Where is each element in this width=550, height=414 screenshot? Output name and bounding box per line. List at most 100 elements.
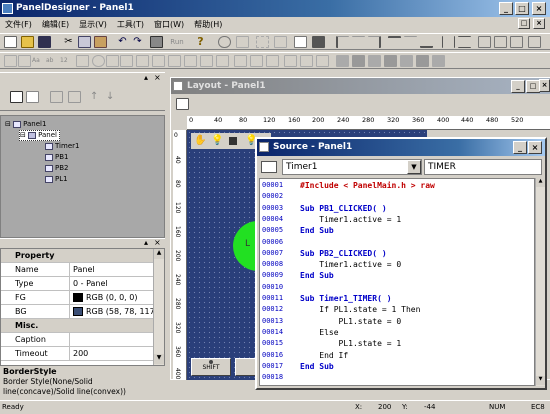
code-line[interactable]: 00006 [260, 237, 534, 248]
align-top-icon[interactable] [388, 36, 401, 48]
tree-node-timer1[interactable]: Timer1 [45, 142, 79, 151]
run-button[interactable]: Run [168, 36, 186, 48]
switch-icon[interactable] [184, 55, 197, 67]
tree-doc-icon[interactable] [26, 91, 39, 103]
code-line[interactable]: 00012 If PL1.state = 1 Then [260, 304, 534, 315]
help-icon[interactable]: ? [194, 36, 207, 48]
font-icon[interactable]: ab [46, 55, 59, 67]
ellipse-icon[interactable] [250, 55, 263, 67]
space-horizontal-icon[interactable] [442, 36, 455, 48]
combo-icon[interactable] [120, 55, 133, 67]
tree-node-panel[interactable]: ⊟ Panel [19, 130, 60, 141]
number-icon[interactable]: 12 [60, 55, 73, 67]
code-scroll-down-icon[interactable]: ▼ [536, 376, 545, 385]
property-scrollbar[interactable]: ▲ ▼ [153, 249, 164, 365]
code-line[interactable]: 00004 Timer1.active = 1 [260, 214, 534, 225]
source-minimize-button[interactable]: _ [513, 141, 527, 154]
zoom-icon[interactable] [218, 36, 231, 48]
prop-row-fg[interactable]: FG RGB (0, 0, 0) [1, 291, 153, 305]
text-icon[interactable]: Aa [32, 55, 45, 67]
code-line[interactable]: 00013 PL1.state = 0 [260, 316, 534, 327]
redo-icon[interactable]: ↷ [131, 36, 144, 48]
checkbox-icon[interactable] [106, 55, 119, 67]
minimize-button[interactable]: _ [499, 2, 513, 15]
prop-panel-pin-icon[interactable]: ▴ [144, 238, 148, 247]
move-down-icon[interactable]: ↓ [106, 91, 119, 103]
ungroup-icon[interactable] [352, 55, 365, 67]
code-editor[interactable]: 00001 #Include < PanelMain.h > raw 00002 00… [259, 178, 535, 386]
code-scroll-up-icon[interactable]: ▲ [536, 178, 545, 187]
code-line[interactable]: 00002 [260, 191, 534, 202]
layout-close-button[interactable]: × [539, 79, 550, 92]
align-middle-icon[interactable] [404, 36, 417, 48]
save-icon[interactable] [38, 36, 51, 48]
close-button[interactable]: × [532, 2, 546, 15]
code-line[interactable]: 00003 Sub PB1_CLICKED( ) [260, 203, 534, 214]
meter-icon[interactable] [300, 55, 313, 67]
menu-tools[interactable]: 工具(T) [112, 17, 149, 32]
prop-row-caption[interactable]: Caption [1, 333, 153, 347]
same-size-icon[interactable] [510, 36, 523, 48]
grid-icon[interactable] [76, 55, 89, 67]
window-icon[interactable] [294, 36, 307, 48]
code-line[interactable]: 00011 Sub Timer1_TIMER( ) [260, 293, 534, 304]
tree-node-pl1[interactable]: PL1 [45, 175, 68, 184]
same-width-icon[interactable] [478, 36, 491, 48]
tree-node-pb2[interactable]: PB2 [45, 164, 68, 173]
move-up-icon[interactable]: ↑ [90, 91, 103, 103]
event-field[interactable]: TIMER [424, 159, 542, 175]
stop-icon[interactable] [229, 137, 237, 145]
crop-icon[interactable] [236, 36, 249, 48]
code-line[interactable]: 00018 [260, 372, 534, 383]
code-line[interactable]: 00009 End Sub [260, 270, 534, 281]
code-line[interactable]: 00010 [260, 282, 534, 293]
rotate-icon[interactable] [256, 36, 269, 48]
align-right-icon[interactable] [368, 36, 381, 48]
tree-scissors-icon[interactable] [68, 91, 81, 103]
source-doc-icon[interactable] [261, 161, 277, 173]
print-icon[interactable] [150, 36, 163, 48]
space-vertical-icon[interactable] [458, 36, 471, 48]
hand-icon[interactable] [274, 36, 287, 48]
code-line[interactable]: 00001 #Include < PanelMain.h > raw [260, 180, 534, 191]
copy-icon[interactable] [78, 36, 91, 48]
menu-window[interactable]: 窗口(W) [149, 17, 189, 32]
bring-front-icon[interactable] [368, 55, 381, 67]
tree-node-pb1[interactable]: PB1 [45, 153, 68, 162]
code-line[interactable]: 00017 End Sub [260, 361, 534, 372]
cut-icon[interactable]: ✂ [62, 36, 75, 48]
tree-view-icon[interactable] [10, 91, 23, 103]
tree-node-root[interactable]: ⊟ Panel1 [5, 120, 46, 129]
layout-minimize-button[interactable]: _ [511, 80, 525, 93]
tree-panel-pin-icon[interactable]: ▴ [144, 73, 148, 82]
frame-icon[interactable] [312, 36, 325, 48]
mdi-close-button[interactable]: × [533, 18, 545, 29]
paste-icon[interactable] [94, 36, 107, 48]
lamp-icon[interactable] [200, 55, 213, 67]
prop-row-timeout[interactable]: Timeout 200 [1, 347, 153, 361]
open-folder-icon[interactable] [21, 36, 34, 48]
radio-icon[interactable] [92, 55, 105, 67]
layout-page-icon[interactable] [176, 98, 189, 110]
group-icon[interactable] [336, 55, 349, 67]
tree-tool-icon[interactable] [50, 91, 63, 103]
bulb-icon[interactable]: 💡 [211, 135, 223, 146]
code-scrollbar[interactable]: ▲ ▼ [535, 178, 545, 386]
hand-tool-icon[interactable]: ✋ [194, 135, 206, 146]
label-icon[interactable] [18, 55, 31, 67]
align-center-icon[interactable] [352, 36, 365, 48]
send-back-icon[interactable] [384, 55, 397, 67]
prop-row-type[interactable]: Type 0 - Panel [1, 277, 153, 291]
scroll-down-icon[interactable]: ▼ [154, 354, 164, 364]
new-file-icon[interactable] [4, 36, 17, 48]
scroll-up-icon[interactable]: ▲ [154, 249, 164, 259]
undo-icon[interactable]: ↶ [116, 36, 129, 48]
prop-row-bg[interactable]: BG RGB (58, 78, 117) [1, 305, 158, 319]
line-icon[interactable] [216, 55, 229, 67]
code-line[interactable]: 00016 End If [260, 350, 534, 361]
backward-icon[interactable] [416, 55, 429, 67]
pointer-icon[interactable] [4, 55, 17, 67]
chart-icon[interactable] [284, 55, 297, 67]
maximize-button[interactable]: □ [515, 2, 529, 15]
gauge-icon[interactable] [168, 55, 181, 67]
